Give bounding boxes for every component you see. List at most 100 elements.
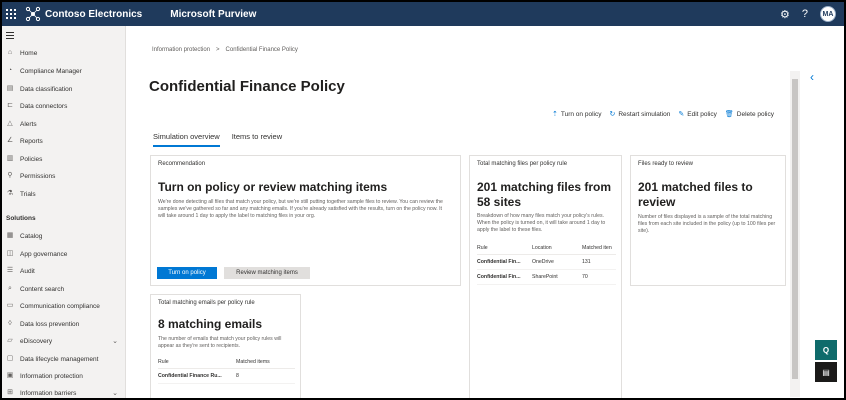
- location-cell: OneDrive: [532, 254, 582, 270]
- scrollbar-thumb[interactable]: [792, 79, 798, 379]
- files-table: Rule Location Matched iten Confidential …: [477, 242, 616, 285]
- nav-item-data-classification[interactable]: ▤ Data classification: [2, 81, 126, 97]
- gear-icon[interactable]: ⚙: [780, 8, 790, 21]
- assistant-icon: Q: [822, 345, 830, 355]
- chevron-down-icon[interactable]: ⌄: [112, 337, 118, 345]
- nav-item-home[interactable]: ⌂ Home: [2, 45, 126, 61]
- catalog-icon: ▦: [6, 232, 14, 239]
- chevron-down-icon[interactable]: ⌄: [112, 389, 118, 397]
- nav-label: Content search: [20, 285, 65, 293]
- nav-label: Data connectors: [20, 102, 68, 110]
- nav-label: Information barriers: [20, 389, 77, 397]
- card-header: Total matching files per policy rule: [477, 161, 568, 167]
- review-matching-items-button[interactable]: Review matching items: [224, 267, 310, 279]
- column-header: Matched iten: [582, 242, 616, 255]
- breadcrumb-separator: >: [216, 47, 220, 53]
- nav-item-information-barriers[interactable]: ⊞ Information barriers ⌄: [2, 385, 126, 398]
- column-header: Rule: [158, 356, 236, 369]
- breadcrumb-current: Confidential Finance Policy: [225, 47, 298, 53]
- product-name[interactable]: Microsoft Purview: [170, 9, 256, 20]
- location-cell: SharePoint: [532, 269, 582, 285]
- card-title: 8 matching emails: [158, 317, 263, 331]
- table-row[interactable]: Confidential Fin... OneDrive 131: [477, 254, 616, 270]
- nav-label: Compliance Manager: [20, 67, 82, 75]
- card-description: We're done detecting all files that matc…: [158, 199, 443, 219]
- card-description: Number of files displayed is a sample of…: [638, 214, 776, 234]
- nav-item-data-lifecycle-management[interactable]: ▢ Data lifecycle management: [2, 351, 126, 367]
- alert-icon: △: [7, 120, 13, 127]
- compliance-icon: ◔: [7, 67, 13, 74]
- nav-item-policies[interactable]: ▥ Policies: [2, 151, 126, 167]
- trials-icon: ⚗: [6, 190, 14, 197]
- table-row[interactable]: Confidential Fin... SharePoint 70: [477, 269, 616, 285]
- nav-label: Trials: [20, 190, 36, 198]
- edit-policy-button[interactable]: ✎ Edit policy: [678, 110, 717, 119]
- shield-icon: ◊: [8, 320, 12, 327]
- chevron-left-icon[interactable]: ‹: [810, 70, 814, 84]
- matched-cell: 8: [236, 368, 295, 384]
- delete-policy-button[interactable]: 🗑 Delete policy: [725, 110, 774, 119]
- nav-item-trials[interactable]: ⚗ Trials: [2, 186, 126, 202]
- nav-label: Permissions: [20, 172, 56, 180]
- nav-item-catalog[interactable]: ▦ Catalog: [2, 228, 126, 244]
- nav-label: Catalog: [20, 232, 43, 240]
- column-header: Location: [532, 242, 582, 255]
- rule-cell: Confidential Finance Ru...: [158, 368, 236, 384]
- nav-item-information-protection[interactable]: ▣ Information protection: [2, 368, 126, 384]
- table-header-row: Rule Location Matched iten: [477, 242, 616, 255]
- turn-on-policy-primary-button[interactable]: Turn on policy: [157, 267, 217, 279]
- left-navigation: ⌂ Home ◔ Compliance Manager ▤ Data classifi…: [2, 26, 126, 398]
- waffle-icon[interactable]: [6, 9, 16, 19]
- cmd-label: Turn on policy: [560, 110, 602, 118]
- chat-button[interactable]: ▤: [815, 362, 837, 382]
- brand-name: Contoso Electronics: [45, 8, 143, 20]
- nav-item-app-governance[interactable]: ◫ App governance: [2, 246, 126, 262]
- lifecycle-icon: ▢: [6, 355, 14, 362]
- column-header: Rule: [477, 242, 532, 255]
- card-header: Total matching emails per policy rule: [158, 300, 255, 306]
- ediscovery-icon: ▱: [7, 337, 13, 344]
- avatar[interactable]: MA: [820, 6, 836, 22]
- vertical-scrollbar[interactable]: [790, 71, 800, 397]
- table-row[interactable]: Confidential Finance Ru... 8: [158, 368, 295, 384]
- turn-on-policy-button[interactable]: ⇡ Turn on policy: [552, 110, 602, 119]
- files-ready-card: Files ready to review 201 matched files …: [630, 155, 786, 286]
- help-icon[interactable]: ?: [802, 8, 808, 20]
- nav-item-content-search[interactable]: ⌕ Content search: [2, 281, 126, 297]
- hamburger-icon[interactable]: [6, 32, 14, 41]
- top-right-controls: ⚙ ? MA: [780, 2, 836, 26]
- tab-simulation-overview[interactable]: Simulation overview: [153, 132, 220, 147]
- nav-item-compliance-manager[interactable]: ◔ Compliance Manager: [2, 63, 126, 79]
- card-description: The number of emails that match your pol…: [158, 336, 282, 349]
- nav-item-audit[interactable]: ☰ Audit: [2, 263, 126, 279]
- command-bar: ⇡ Turn on policy ↻ Restart simulation ✎ Edi…: [552, 110, 774, 119]
- tab-items-to-review[interactable]: Items to review: [232, 132, 282, 147]
- emails-table: Rule Matched items Confidential Finance …: [158, 356, 295, 384]
- barrier-icon: ⊞: [7, 389, 13, 396]
- nav-label: Data loss prevention: [20, 320, 80, 328]
- search-icon: ⌕: [8, 285, 12, 292]
- nav-item-communication-compliance[interactable]: ▭ Communication compliance: [2, 298, 126, 314]
- nav-item-alerts[interactable]: △ Alerts: [2, 116, 126, 132]
- nav-label: Policies: [20, 155, 43, 163]
- nav-item-data-connectors[interactable]: ⊏ Data connectors: [2, 98, 126, 114]
- upload-icon: ⇡: [552, 111, 558, 118]
- nav-item-data-loss-prevention[interactable]: ◊ Data loss prevention: [2, 316, 126, 332]
- permissions-icon: ⚲: [7, 172, 13, 179]
- chat-icon: ▭: [6, 302, 14, 309]
- audit-icon: ☰: [6, 267, 14, 274]
- assistant-button[interactable]: Q: [815, 340, 837, 360]
- rule-cell: Confidential Fin...: [477, 269, 532, 285]
- main-content: Information protection > Confidential Fi…: [127, 26, 844, 398]
- matching-files-card: Total matching files per policy rule 201…: [469, 155, 622, 398]
- nav-item-reports[interactable]: ∠ Reports: [2, 133, 126, 149]
- restart-simulation-button[interactable]: ↻ Restart simulation: [609, 110, 670, 119]
- table-header-row: Rule Matched items: [158, 356, 295, 369]
- nav-item-ediscovery[interactable]: ▱ eDiscovery ⌄: [2, 333, 126, 349]
- nav-label: Reports: [20, 137, 43, 145]
- rule-cell: Confidential Fin...: [477, 254, 532, 270]
- lock-icon: ▣: [6, 372, 14, 379]
- nav-label: Data classification: [20, 85, 73, 93]
- breadcrumb-link[interactable]: Information protection: [152, 47, 210, 53]
- nav-item-permissions[interactable]: ⚲ Permissions: [2, 168, 126, 184]
